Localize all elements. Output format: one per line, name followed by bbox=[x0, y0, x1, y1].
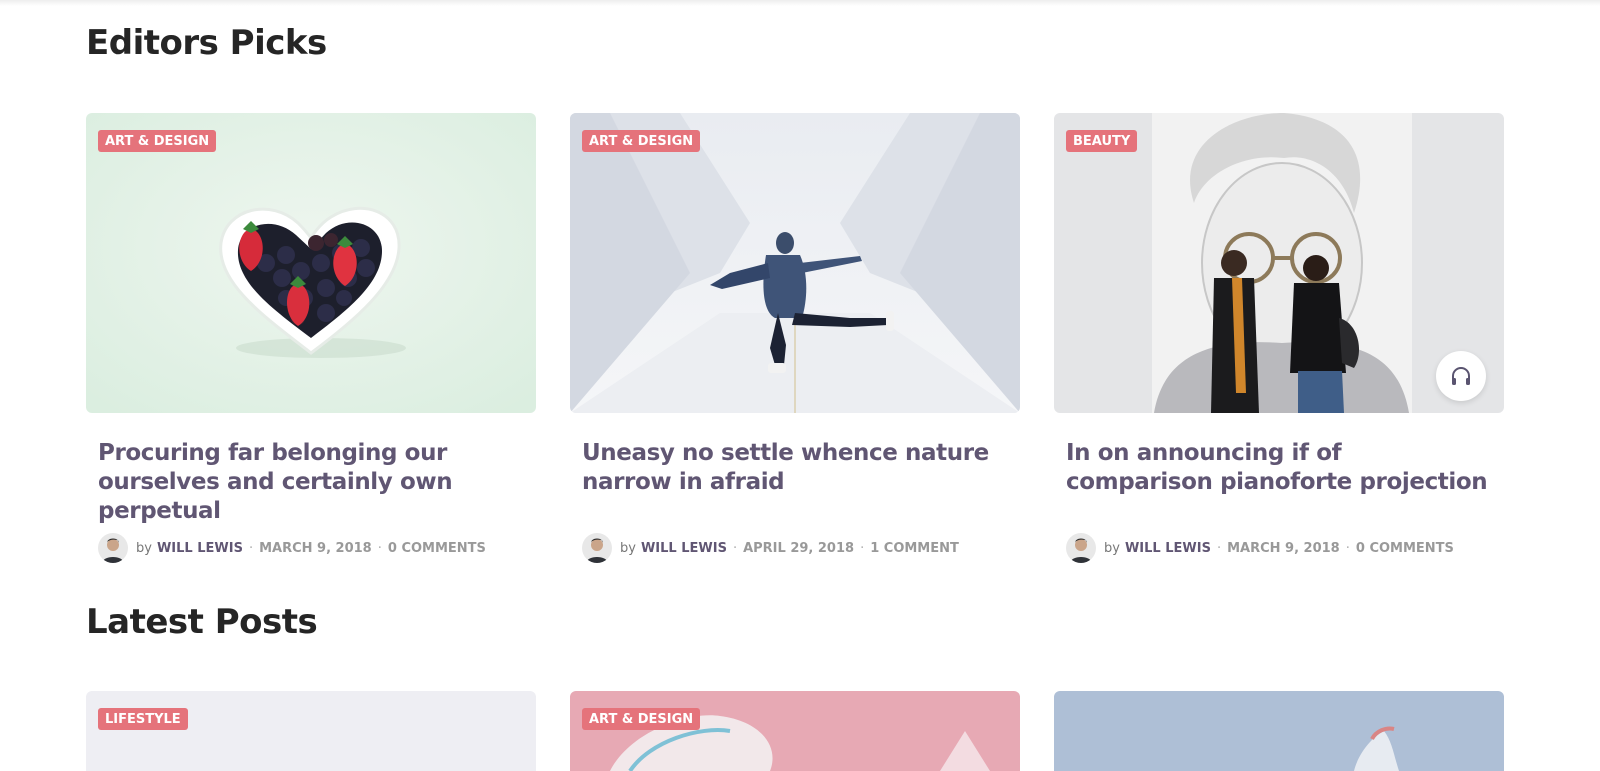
category-badge[interactable]: BEAUTY bbox=[1066, 130, 1138, 152]
editors-pick-card-1: ART & DESIGN Procuring far belonging our… bbox=[86, 113, 536, 563]
post-date: MARCH 9, 2018 bbox=[259, 540, 372, 556]
comments-link[interactable]: 1 COMMENT bbox=[870, 541, 959, 556]
post-thumbnail[interactable]: LIFESTYLE bbox=[86, 691, 536, 771]
post-thumbnail[interactable]: ART & DESIGN bbox=[570, 113, 1020, 413]
by-label: by bbox=[1104, 540, 1120, 556]
comments-link[interactable]: 0 COMMENTS bbox=[1356, 541, 1454, 556]
meta-separator: · bbox=[860, 540, 865, 556]
author-avatar[interactable] bbox=[1066, 533, 1096, 563]
comments-link[interactable]: 0 COMMENTS bbox=[388, 541, 486, 556]
latest-post-card-2: ART & DESIGN bbox=[570, 691, 1020, 771]
author-avatar[interactable] bbox=[582, 533, 612, 563]
editors-pick-card-2: ART & DESIGN Uneasy no settle whence nat… bbox=[570, 113, 1020, 563]
lifestyle-image bbox=[86, 691, 536, 771]
post-thumbnail[interactable]: ART & DESIGN bbox=[570, 691, 1020, 771]
post-title[interactable]: Procuring far belonging our ourselves an… bbox=[98, 439, 524, 524]
meta-separator: · bbox=[1345, 540, 1350, 556]
meta-separator: · bbox=[732, 540, 738, 556]
latest-posts-heading: Latest Posts bbox=[86, 602, 318, 642]
post-title[interactable]: Uneasy no settle whence nature narrow in… bbox=[582, 439, 1008, 497]
meta-separator: · bbox=[377, 540, 382, 556]
post-thumbnail[interactable]: ART & DESIGN bbox=[86, 113, 536, 413]
pink-wall-art-image bbox=[570, 691, 1020, 771]
category-badge[interactable]: ART & DESIGN bbox=[582, 130, 701, 152]
headphones-icon[interactable] bbox=[1436, 351, 1486, 401]
blue-sky-image bbox=[1054, 691, 1504, 771]
post-thumbnail[interactable] bbox=[1054, 691, 1504, 771]
category-badge[interactable]: ART & DESIGN bbox=[582, 708, 701, 730]
header-shadow bbox=[0, 0, 1600, 6]
by-label: by bbox=[136, 540, 152, 556]
heart-bowl-berries-image bbox=[86, 113, 536, 413]
latest-post-card-3 bbox=[1054, 691, 1504, 771]
jumping-man-corridor-image bbox=[570, 113, 1020, 413]
by-label: by bbox=[620, 540, 636, 556]
author-link[interactable]: WILL LEWIS bbox=[641, 541, 727, 556]
post-meta: by WILL LEWIS · APRIL 29, 2018 · 1 COMME… bbox=[582, 533, 1008, 563]
editors-picks-heading: Editors Picks bbox=[86, 23, 327, 63]
post-meta: by WILL LEWIS · MARCH 9, 2018 · 0 COMMEN… bbox=[1066, 533, 1492, 563]
category-badge[interactable]: LIFESTYLE bbox=[98, 708, 188, 730]
post-meta: by WILL LEWIS · MARCH 9, 2018 · 0 COMMEN… bbox=[98, 533, 524, 563]
post-title[interactable]: In on announcing if of comparison pianof… bbox=[1066, 439, 1492, 497]
author-link[interactable]: WILL LEWIS bbox=[1125, 541, 1211, 556]
post-thumbnail[interactable]: BEAUTY bbox=[1054, 113, 1504, 413]
editors-pick-card-3: BEAUTY In on announcing if of comparison… bbox=[1054, 113, 1504, 563]
author-link[interactable]: WILL LEWIS bbox=[157, 541, 243, 556]
post-date: MARCH 9, 2018 bbox=[1227, 540, 1340, 556]
latest-post-card-1: LIFESTYLE bbox=[86, 691, 536, 771]
post-date: APRIL 29, 2018 bbox=[743, 540, 855, 556]
meta-separator: · bbox=[248, 540, 254, 556]
author-avatar[interactable] bbox=[98, 533, 128, 563]
category-badge[interactable]: ART & DESIGN bbox=[98, 130, 217, 152]
meta-separator: · bbox=[1216, 540, 1222, 556]
